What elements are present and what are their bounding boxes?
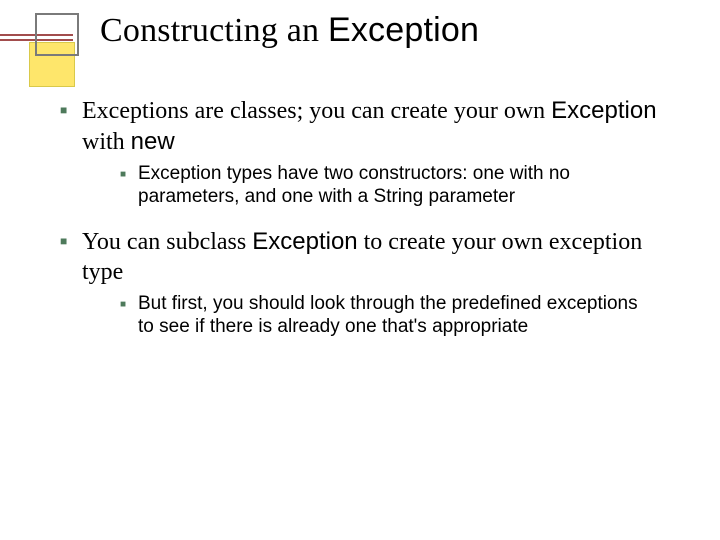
title-prefix: Constructing an <box>100 12 328 49</box>
bullet-icon: ■ <box>60 234 82 249</box>
bullet-text: Exception types have two constructors: o… <box>138 162 658 210</box>
text: You can subclass <box>82 229 252 255</box>
text: parameter <box>423 186 515 207</box>
text: But first, you should look through the p… <box>138 293 638 338</box>
bullet-level2: ■But first, you should look through the … <box>120 292 680 340</box>
bullet-icon: ■ <box>120 299 138 312</box>
text: Exceptions are classes; you can create y… <box>82 98 551 124</box>
decor-outline-box <box>35 13 79 56</box>
code-text: new <box>131 128 175 155</box>
bullet-text: Exceptions are classes; you can create y… <box>82 96 662 158</box>
bullet-level1: ■Exceptions are classes; you can create … <box>60 96 680 158</box>
code-text: Exception <box>252 228 357 255</box>
text: with <box>82 129 131 155</box>
slide-content: ■Exceptions are classes; you can create … <box>60 96 680 357</box>
bullet-icon: ■ <box>60 103 82 118</box>
bullet-icon: ■ <box>120 169 138 182</box>
bullet-text: But first, you should look through the p… <box>138 292 658 340</box>
title-code: Exception <box>328 11 479 49</box>
slide: Constructing an Exception ■Exceptions ar… <box>0 0 720 540</box>
slide-title: Constructing an Exception <box>100 11 479 50</box>
bullet-level2: ■Exception types have two constructors: … <box>120 162 680 210</box>
bullet-text: You can subclass Exception to create you… <box>82 227 662 288</box>
bullet-level1: ■You can subclass Exception to create yo… <box>60 227 680 288</box>
code-text: String <box>374 186 424 207</box>
code-text: Exception <box>551 97 656 124</box>
